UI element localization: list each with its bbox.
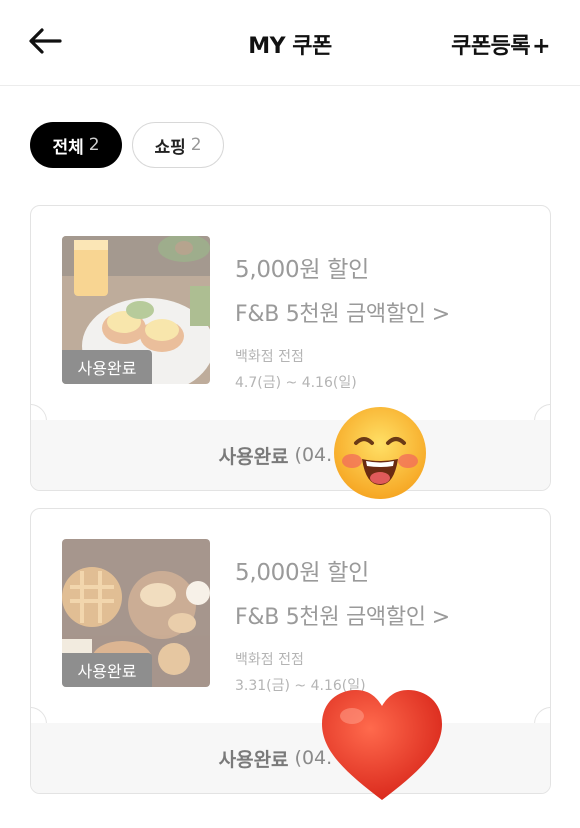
coupon-place: 백화점 전점 (235, 652, 304, 668)
filter-chip-label: 쇼핑 (154, 137, 186, 158)
filter-chip-all[interactable]: 전체 2 (30, 122, 122, 168)
top-bar: MY 쿠폰 쿠폰등록+ (0, 0, 580, 86)
coupon-card[interactable]: 사용완료 5,000원 할인 F&B 5천원 금액할인 > 백화점 전점 4.7(… (30, 205, 551, 491)
filter-tabs: 전체 2 쇼핑 2 (30, 122, 224, 168)
coupon-name-link[interactable]: F&B 5천원 금액할인 > (235, 296, 450, 328)
coupon-card-body: 사용완료 5,000원 할인 F&B 5천원 금액할인 > 백화점 전점 3.31… (31, 509, 550, 723)
coupon-status-label: 사용완료 (218, 445, 289, 468)
coupon-period: 4.7(금) ~ 4.16(일) (235, 375, 357, 391)
coupon-info: 5,000원 할인 F&B 5천원 금액할인 > 백화점 전점 4.7(금) ~ … (235, 250, 450, 392)
filter-chip-label: 전체 (52, 137, 84, 158)
coupon-card[interactable]: 사용완료 5,000원 할인 F&B 5천원 금액할인 > 백화점 전점 3.31… (30, 508, 551, 794)
plus-icon: + (532, 34, 550, 59)
coupon-status-bar: 사용완료 (04. 11 (31, 420, 550, 490)
smiley-sticker-icon (334, 407, 426, 499)
coupon-name-link[interactable]: F&B 5천원 금액할인 > (235, 599, 450, 631)
coupon-card-body: 사용완료 5,000원 할인 F&B 5천원 금액할인 > 백화점 전점 4.7(… (31, 206, 550, 420)
filter-chip-count: 2 (88, 135, 100, 155)
filter-chip-shopping[interactable]: 쇼핑 2 (132, 122, 224, 168)
used-badge: 사용완료 (62, 653, 152, 687)
coupon-status-bar: 사용완료 (04. 11 (31, 723, 550, 793)
chevron-right-icon: > (431, 605, 450, 630)
used-badge: 사용완료 (62, 350, 152, 384)
coupon-register-label: 쿠폰등록 (451, 34, 531, 59)
coupon-info: 5,000원 할인 F&B 5천원 금액할인 > 백화점 전점 3.31(금) ~… (235, 553, 450, 695)
coupon-name: F&B 5천원 금액할인 (235, 605, 426, 630)
coupon-status-label: 사용완료 (218, 748, 289, 771)
coupon-amount: 5,000원 할인 (235, 257, 369, 283)
coupon-name: F&B 5천원 금액할인 (235, 302, 426, 327)
filter-chip-count: 2 (190, 135, 202, 155)
heart-sticker-icon (322, 690, 442, 800)
coupon-place: 백화점 전점 (235, 349, 304, 365)
chevron-right-icon: > (431, 302, 450, 327)
coupon-register-button[interactable]: 쿠폰등록+ (451, 28, 550, 60)
coupon-amount: 5,000원 할인 (235, 560, 369, 586)
